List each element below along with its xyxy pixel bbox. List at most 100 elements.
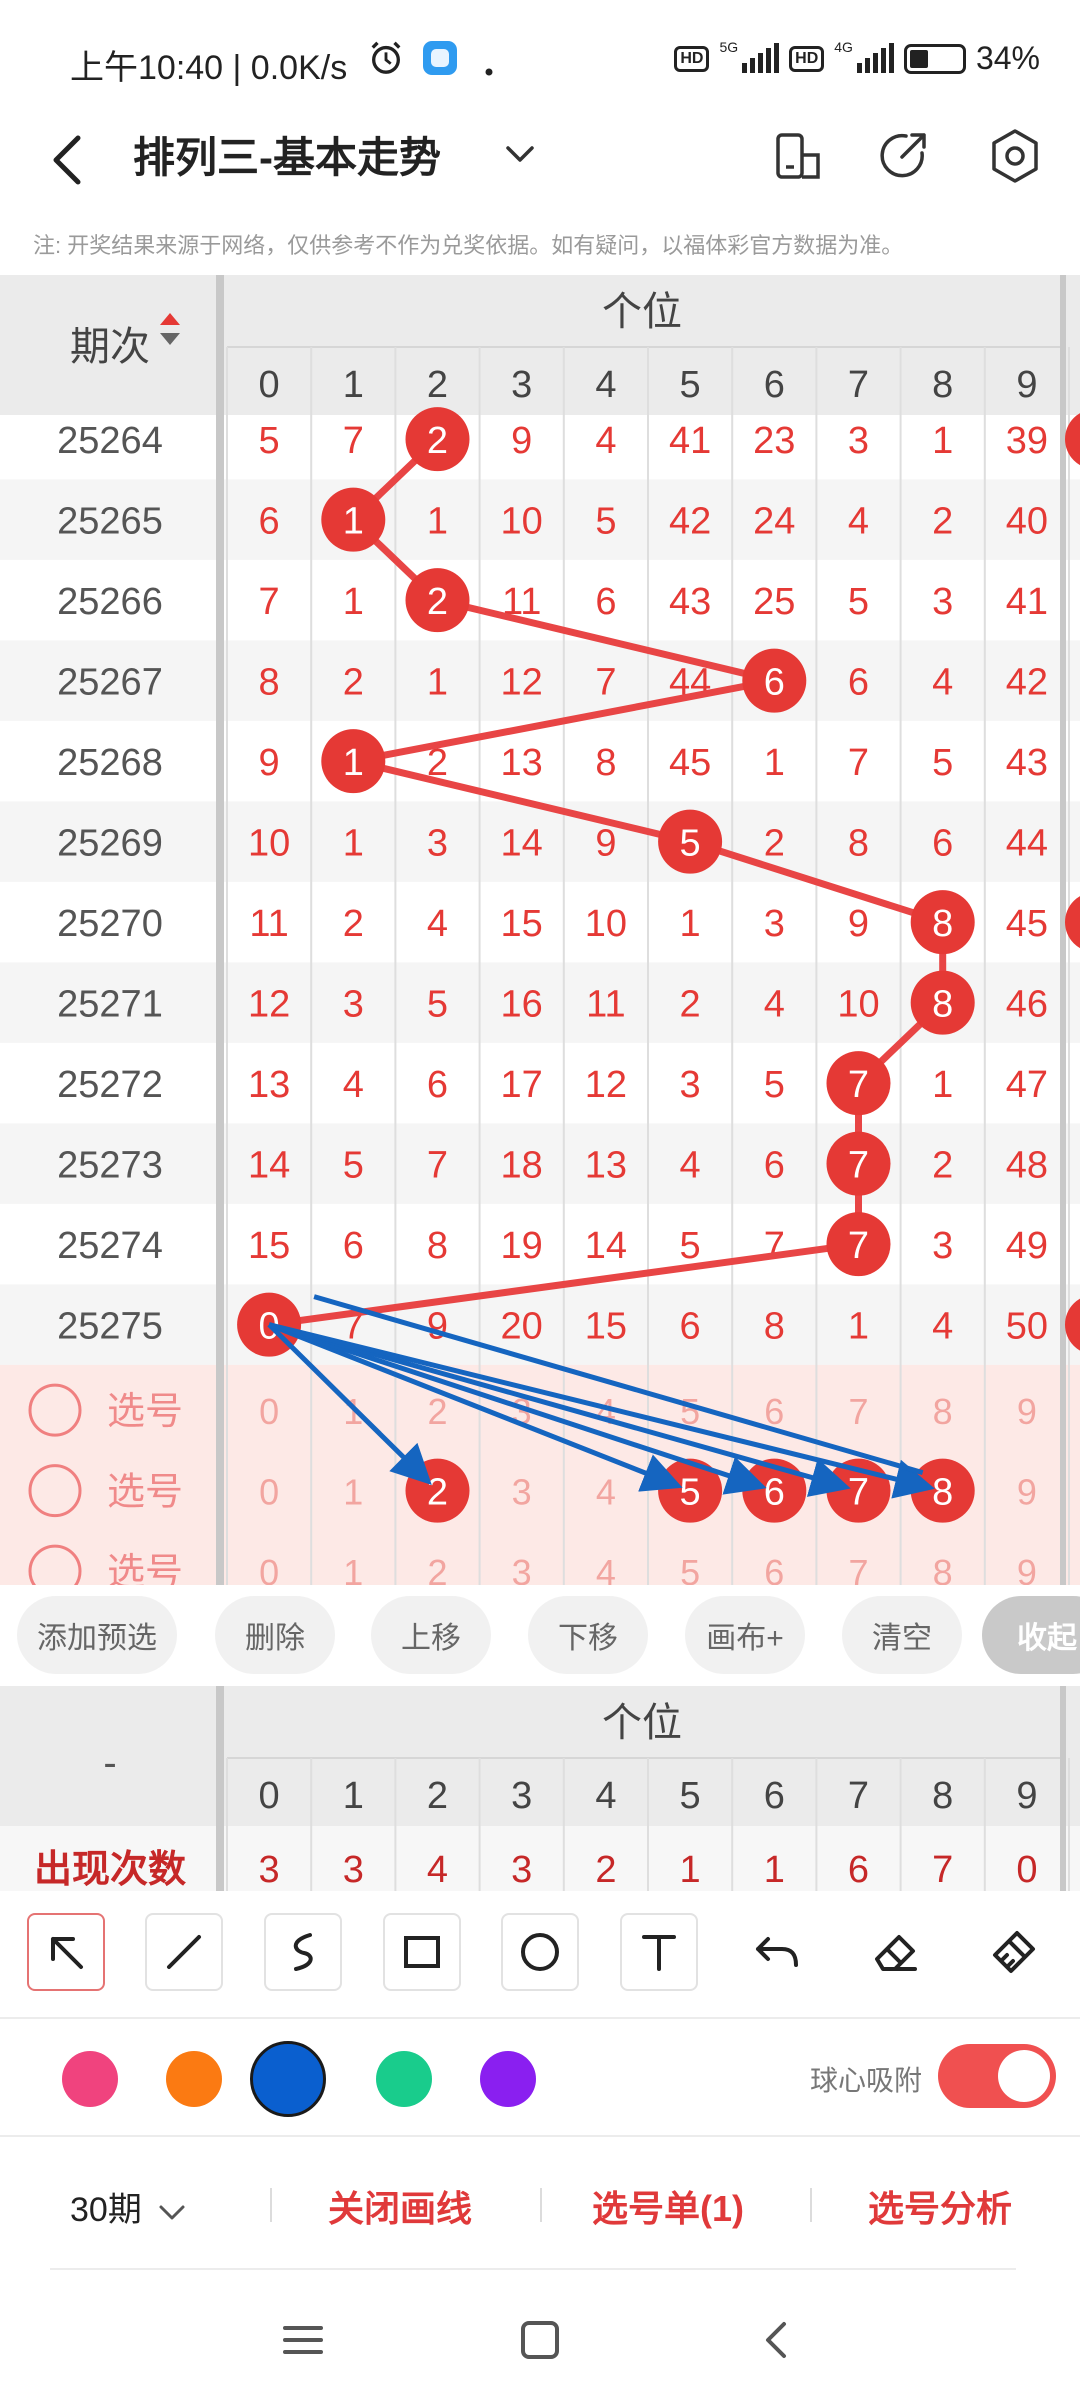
move-up-button[interactable]: 上移 [371, 1596, 491, 1674]
color-swatch[interactable] [376, 2051, 432, 2107]
pick-cell[interactable]: 7 [848, 1552, 868, 1585]
pick-cell[interactable]: 6 [764, 1552, 784, 1585]
pick-cell[interactable]: 2 [427, 1391, 447, 1432]
line-tool[interactable] [145, 1913, 223, 1991]
right-column-divider [1060, 275, 1066, 1585]
text-tool[interactable] [620, 1913, 698, 1991]
omission-cell: 5 [764, 1064, 785, 1106]
pick-cell[interactable]: 3 [512, 1552, 532, 1585]
back-arrow-icon[interactable] [40, 130, 100, 190]
pick-list-link[interactable]: 选号单(1) [592, 2180, 744, 2232]
dot-icon [485, 68, 493, 76]
omission-cell: 14 [501, 823, 543, 865]
omission-cell: 13 [248, 1064, 290, 1106]
color-swatch[interactable] [62, 2051, 118, 2107]
omission-cell: 14 [248, 1145, 290, 1187]
pick-cell[interactable]: 9 [1017, 1472, 1037, 1513]
footer-divider [540, 2188, 542, 2222]
appearance-count: 7 [932, 1849, 953, 1891]
omission-cell: 39 [1006, 420, 1048, 462]
appearance-count: 4 [427, 1849, 448, 1891]
stats-column-header: 4 [595, 1775, 616, 1817]
omission-cell: 6 [427, 1064, 448, 1106]
omission-cell: 3 [932, 1225, 953, 1267]
curve-tool[interactable] [264, 1913, 342, 1991]
stats-column-header: 3 [511, 1775, 532, 1817]
pick-cell[interactable]: 0 [259, 1391, 279, 1432]
pick-cell[interactable]: 9 [1017, 1391, 1037, 1432]
period-cell: 25264 [57, 420, 163, 462]
omission-cell: 20 [501, 1306, 543, 1348]
omission-cell: 10 [501, 501, 543, 543]
snap-toggle[interactable] [938, 2044, 1056, 2108]
delete-button[interactable]: 删除 [215, 1596, 335, 1674]
omission-cell: 6 [932, 823, 953, 865]
trend-chart[interactable]: 期次个位0 1 2 3 4 5 6 7 8 925264 5 7 9 4 41 23 3 1 3925265 6 1 10… [0, 275, 1080, 1585]
page-title[interactable]: 排列三-基本走势 [133, 124, 441, 185]
pick-cell[interactable]: 0 [259, 1552, 279, 1585]
color-swatch[interactable] [166, 2051, 222, 2107]
stats-row-label: 出现次数 [34, 1849, 186, 1891]
move-down-button[interactable]: 下移 [528, 1596, 648, 1674]
pick-cell[interactable]: 8 [933, 1391, 953, 1432]
omission-cell: 2 [932, 501, 953, 543]
clear-button[interactable]: 清空 [842, 1596, 962, 1674]
back-icon[interactable] [748, 2310, 808, 2370]
hd-badge-2: HD [789, 45, 825, 72]
omission-cell: 41 [669, 420, 711, 462]
omission-cell: 7 [427, 1145, 448, 1187]
circle-tool[interactable] [501, 1913, 579, 1991]
add-preselect-button[interactable]: 添加预选 [17, 1596, 177, 1674]
color-swatch[interactable] [480, 2051, 536, 2107]
stats-column-header: 0 [259, 1775, 280, 1817]
clear-canvas-tool[interactable] [975, 1913, 1053, 1991]
pick-label[interactable]: 选号 [107, 1552, 183, 1585]
chevron-down-icon[interactable] [500, 134, 540, 174]
menu-icon[interactable] [273, 2310, 333, 2370]
pick-label[interactable]: 选号 [107, 1391, 183, 1433]
period-header[interactable]: 期次 [70, 325, 150, 369]
pick-cell[interactable]: 2 [427, 1552, 447, 1585]
disclaimer-notice: 注: 开奖结果来源于网络，仅供参考不作为兑奖依据。如有疑问，以福体彩官方数据为准… [33, 233, 904, 258]
pick-cell[interactable]: 1 [343, 1472, 363, 1513]
pick-cell[interactable]: 9 [1017, 1552, 1037, 1585]
omission-cell: 6 [680, 1306, 701, 1348]
omission-cell: 6 [848, 662, 869, 704]
appearance-count: 0 [1016, 1849, 1037, 1891]
color-swatch[interactable] [250, 2041, 326, 2117]
layout-switch-icon[interactable] [768, 125, 830, 187]
column-header: 8 [932, 364, 953, 406]
arrow-tool[interactable] [27, 1913, 105, 1991]
omission-cell: 15 [585, 1306, 627, 1348]
pick-cell[interactable]: 0 [259, 1472, 279, 1513]
column-header: 7 [848, 364, 869, 406]
omission-cell: 2 [932, 1145, 953, 1187]
appearance-count: 2 [595, 1849, 616, 1891]
pick-cell[interactable]: 4 [596, 1552, 616, 1585]
undo-tool[interactable] [738, 1913, 816, 1991]
omission-cell: 12 [248, 984, 290, 1026]
rectangle-tool[interactable] [383, 1913, 461, 1991]
omission-cell: 1 [932, 420, 953, 462]
pick-cell[interactable]: 3 [512, 1472, 532, 1513]
status-time-speed: 上午10:40 | 0.0K/s [70, 49, 348, 87]
eraser-tool[interactable] [857, 1913, 935, 1991]
home-icon[interactable] [510, 2310, 570, 2370]
broom-icon [993, 1931, 1035, 1973]
stats-position-header: 个位 [602, 1701, 682, 1745]
status-bar: 上午10:40 | 0.0K/s HD 5G HD 4G 34% [0, 0, 1080, 110]
pick-cell[interactable]: 4 [596, 1472, 616, 1513]
period-selector[interactable]: 30期 [70, 2182, 189, 2231]
omission-cell: 4 [680, 1145, 701, 1187]
close-lines-link[interactable]: 关闭画线 [328, 2180, 472, 2232]
pick-label[interactable]: 选号 [107, 1472, 183, 1514]
pick-analysis-link[interactable]: 选号分析 [868, 2180, 1012, 2232]
canvas-plus-button[interactable]: 画布+ [685, 1596, 805, 1674]
pick-cell[interactable]: 7 [848, 1391, 868, 1432]
pick-cell[interactable]: 8 [933, 1552, 953, 1585]
pick-cell[interactable]: 5 [680, 1552, 700, 1585]
settings-icon[interactable] [984, 125, 1046, 187]
pick-cell[interactable]: 1 [343, 1552, 363, 1585]
share-icon[interactable] [872, 125, 934, 187]
collapse-button[interactable]: 收起 [982, 1596, 1080, 1674]
